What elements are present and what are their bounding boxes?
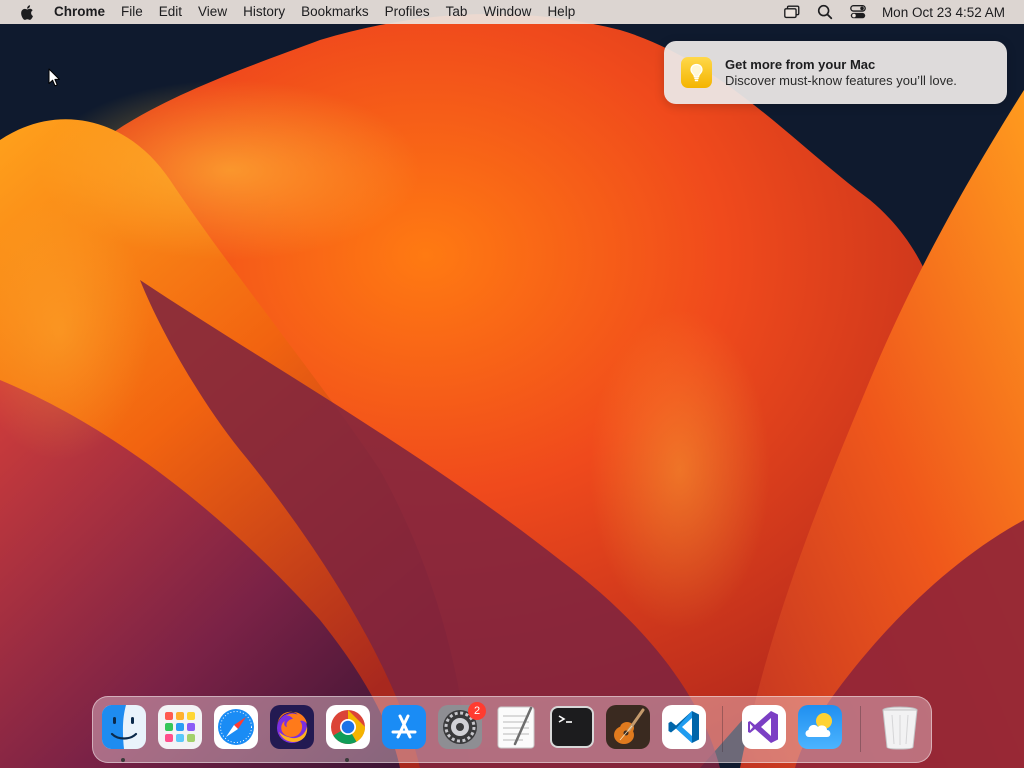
desktop-wallpaper [0,0,1024,768]
menu-window[interactable]: Window [475,0,539,24]
notification-banner[interactable]: Get more from your Mac Discover must-kno… [664,41,1007,104]
dock-finder-icon[interactable] [101,704,147,750]
menu-view[interactable]: View [190,0,235,24]
menu-file[interactable]: File [113,0,151,24]
screen-mirroring-icon[interactable] [783,3,801,21]
notification-count-badge: 2 [468,702,486,720]
menu-profiles[interactable]: Profiles [377,0,438,24]
notification-body: Discover must-know features you’ll love. [725,73,957,88]
dock-garageband-icon[interactable] [605,704,651,750]
menu-bar: Chrome File Edit View History Bookmarks … [0,0,1024,24]
dock-app-store-icon[interactable] [381,704,427,750]
lightbulb-icon [681,57,712,88]
menu-edit[interactable]: Edit [151,0,190,24]
dock-firefox-icon[interactable] [269,704,315,750]
dock-running-indicator [345,758,349,762]
menu-help[interactable]: Help [539,0,583,24]
menu-bookmarks[interactable]: Bookmarks [293,0,377,24]
menu-bar-status-area: Mon Oct 23 4:52 AM [783,0,1024,24]
dock-separator [722,706,723,752]
dock-terminal-icon[interactable] [549,704,595,750]
menu-app-name[interactable]: Chrome [46,0,113,24]
notification-title: Get more from your Mac [725,57,876,72]
dock-chrome-icon[interactable] [325,704,371,750]
dock-running-indicator [121,758,125,762]
spotlight-search-icon[interactable] [816,3,834,21]
control-center-icon[interactable] [849,3,867,21]
dock-visual-studio-icon[interactable] [741,704,787,750]
dock-textedit-icon[interactable] [493,704,539,750]
menu-tab[interactable]: Tab [438,0,476,24]
apple-menu-icon[interactable] [19,4,34,21]
dock-weather-icon[interactable] [797,704,843,750]
dock-vscode-icon[interactable] [661,704,707,750]
menu-bar-clock[interactable]: Mon Oct 23 4:52 AM [882,5,1005,20]
menu-history[interactable]: History [235,0,293,24]
desktop[interactable]: Chrome File Edit View History Bookmarks … [0,0,1024,768]
dock-launchpad-icon[interactable] [157,704,203,750]
mouse-pointer-icon [48,68,60,87]
dock-separator [860,706,861,752]
dock-safari-icon[interactable] [213,704,259,750]
dock-trash-icon[interactable] [877,704,923,750]
